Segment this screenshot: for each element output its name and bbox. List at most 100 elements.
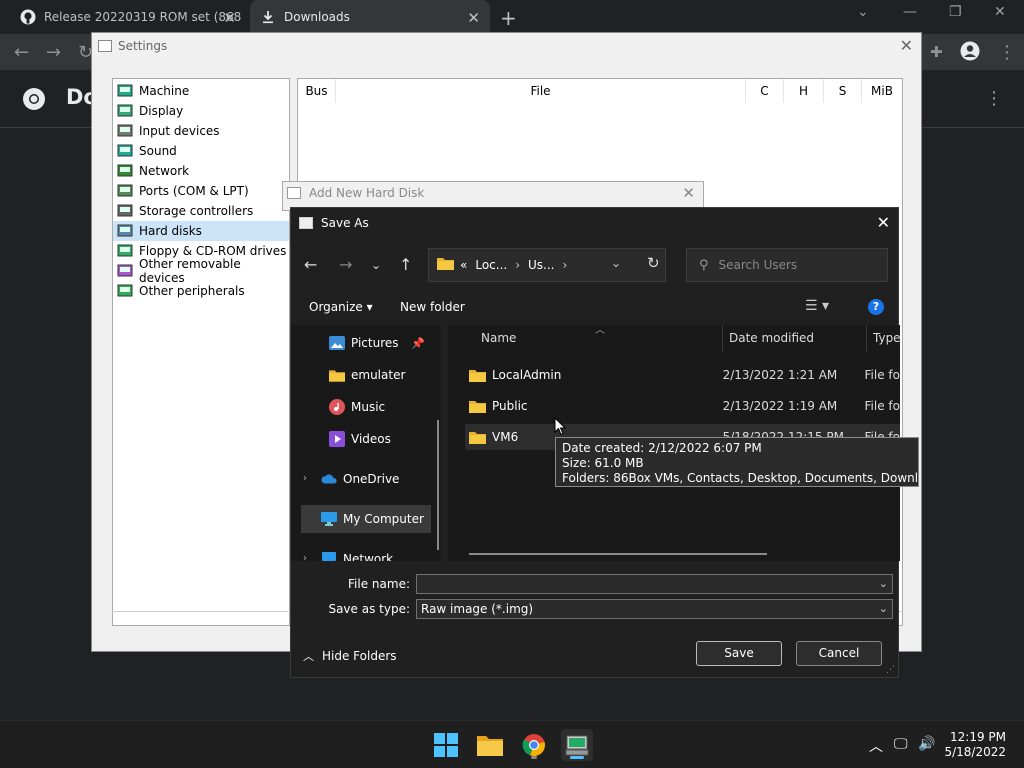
file-name-input[interactable]: ⌄	[416, 574, 893, 594]
breadcrumb-prefix[interactable]: «	[460, 258, 467, 272]
close-icon[interactable]: ✕	[900, 36, 913, 55]
column-divider[interactable]	[866, 325, 867, 351]
nav-item-videos[interactable]: Videos	[301, 425, 431, 453]
back-icon[interactable]: ←	[14, 42, 29, 63]
chevron-right-icon[interactable]: ›	[515, 258, 520, 272]
chevron-down-icon[interactable]: ⌄	[879, 575, 888, 593]
settings-titlebar: Settings	[92, 33, 921, 59]
column-divider[interactable]	[722, 325, 723, 351]
nav-item-label: emulater	[351, 368, 406, 382]
organize-button[interactable]: Organize ▾	[309, 300, 373, 314]
column-header-bus[interactable]: Bus	[298, 79, 336, 103]
sort-ascending-icon: ︿	[595, 325, 605, 336]
close-icon[interactable]: ✕	[682, 184, 695, 202]
restore-icon[interactable]: ❐	[949, 4, 962, 20]
nav-item-onedrive[interactable]: OneDrive	[301, 465, 431, 493]
nav-item-emulater[interactable]: emulater	[301, 361, 431, 389]
nav-scrollbar[interactable]	[437, 420, 439, 550]
column-header-h[interactable]: H	[784, 79, 824, 103]
category-label: Storage controllers	[139, 204, 254, 218]
close-window-icon[interactable]: ✕	[994, 4, 1006, 20]
category-item[interactable]: Storage controllers	[113, 201, 289, 221]
dialog-title: Add New Hard Disk	[309, 186, 425, 200]
cancel-button[interactable]: Cancel	[796, 641, 882, 666]
category-label: Other removable devices	[139, 257, 241, 285]
forward-icon[interactable]: →	[46, 42, 61, 63]
start-button[interactable]	[430, 729, 462, 761]
menu-icon[interactable]: ⋮	[998, 42, 1016, 63]
new-folder-button[interactable]: New folder	[400, 300, 465, 314]
column-header-date[interactable]: Date modified	[729, 325, 814, 351]
category-label: Display	[139, 104, 184, 118]
show-hidden-icons-icon[interactable]: ︿	[869, 736, 883, 756]
profile-icon[interactable]	[960, 41, 980, 66]
view-options-icon[interactable]: ☰ ▾	[805, 298, 829, 314]
save-type-select[interactable]: Raw image (*.img) ⌄	[416, 599, 893, 619]
column-header-c[interactable]: C	[746, 79, 784, 103]
close-tab-icon[interactable]: ✕	[223, 9, 236, 27]
file-explorer-button[interactable]	[474, 729, 506, 761]
more-icon[interactable]: ⋮	[985, 88, 1003, 109]
category-icon	[117, 283, 133, 299]
new-tab-icon[interactable]: +	[500, 6, 517, 30]
active-indicator	[570, 756, 584, 759]
system-clock[interactable]: 12:19 PM 5/18/2022	[944, 730, 1006, 760]
volume-icon[interactable]: 🔊	[918, 736, 935, 752]
category-item[interactable]: Sound	[113, 141, 289, 161]
nav-item-network[interactable]: Network	[301, 545, 431, 561]
network-status-icon[interactable]: 🖵	[894, 736, 908, 752]
hide-folders-button[interactable]: ︿ Hide Folders	[303, 648, 397, 664]
column-header-s[interactable]: S	[824, 79, 862, 103]
recent-locations-icon[interactable]: ⌄	[371, 258, 381, 272]
chevron-down-icon[interactable]: ⌄	[879, 600, 888, 618]
horizontal-scrollbar[interactable]	[469, 553, 767, 555]
refresh-icon[interactable]: ↻	[647, 254, 660, 272]
folder-icon	[469, 400, 486, 413]
chrome-icon	[522, 734, 545, 757]
tab-search-icon[interactable]: ⌄	[857, 4, 869, 20]
close-tab-icon[interactable]: ✕	[467, 9, 480, 27]
address-bar[interactable]: « Loc... › Us... ›	[428, 248, 666, 282]
file-row[interactable]: LocalAdmin 2/13/2022 1:21 AM File fo	[465, 362, 900, 388]
category-item[interactable]: Machine	[113, 81, 289, 101]
tooltip-folders: Folders: 86Box VMs, Contacts, Desktop, D…	[562, 471, 919, 485]
category-item[interactable]: Hard disks	[113, 221, 289, 241]
86box-taskbar-button[interactable]	[561, 729, 593, 761]
pictures-icon	[329, 335, 345, 351]
forward-icon[interactable]: →	[339, 255, 352, 274]
chevron-down-icon[interactable]: ⌄	[611, 256, 621, 270]
help-icon[interactable]: ?	[868, 299, 884, 315]
category-item[interactable]: Display	[113, 101, 289, 121]
column-header-mib[interactable]: MiB	[862, 79, 902, 103]
category-item[interactable]: Network	[113, 161, 289, 181]
save-button[interactable]: Save	[696, 641, 782, 666]
search-input[interactable]: ⚲ Search Users	[686, 248, 888, 282]
folder-icon	[329, 367, 345, 383]
minimize-icon[interactable]: —	[903, 4, 917, 20]
nav-item-pictures[interactable]: Pictures 📌	[301, 329, 431, 357]
resize-grip-icon[interactable]: ⋰	[886, 665, 895, 675]
breadcrumb-users[interactable]: Us...	[528, 258, 554, 272]
nav-item-music[interactable]: Music	[301, 393, 431, 421]
close-icon[interactable]: ✕	[877, 213, 890, 232]
chevron-right-icon[interactable]: ›	[563, 258, 568, 272]
category-item[interactable]: Input devices	[113, 121, 289, 141]
column-header-file[interactable]: File	[336, 79, 746, 103]
chrome-taskbar-button[interactable]	[518, 729, 550, 761]
extensions-icon[interactable]: ✚	[930, 43, 943, 61]
pin-icon: 📌	[411, 336, 425, 350]
file-row[interactable]: Public 2/13/2022 1:19 AM File fo	[465, 393, 900, 419]
up-icon[interactable]: ↑	[399, 255, 412, 274]
browser-tab-downloads[interactable]: Downloads ✕	[250, 0, 490, 34]
column-header-name[interactable]: Name	[481, 325, 516, 351]
back-icon[interactable]: ←	[304, 255, 317, 274]
clock-date: 5/18/2022	[944, 745, 1006, 759]
column-header-type[interactable]: Type	[873, 325, 900, 351]
nav-item-my-computer[interactable]: My Computer	[301, 505, 431, 533]
browser-tab-release[interactable]: Release 20220319 ROM set (868 ✕	[10, 0, 246, 34]
github-icon	[20, 9, 36, 25]
category-item[interactable]: Ports (COM & LPT)	[113, 181, 289, 201]
breadcrumb-local[interactable]: Loc...	[475, 258, 507, 272]
category-item[interactable]: Other removable devices	[113, 257, 289, 285]
category-icon	[117, 163, 133, 179]
